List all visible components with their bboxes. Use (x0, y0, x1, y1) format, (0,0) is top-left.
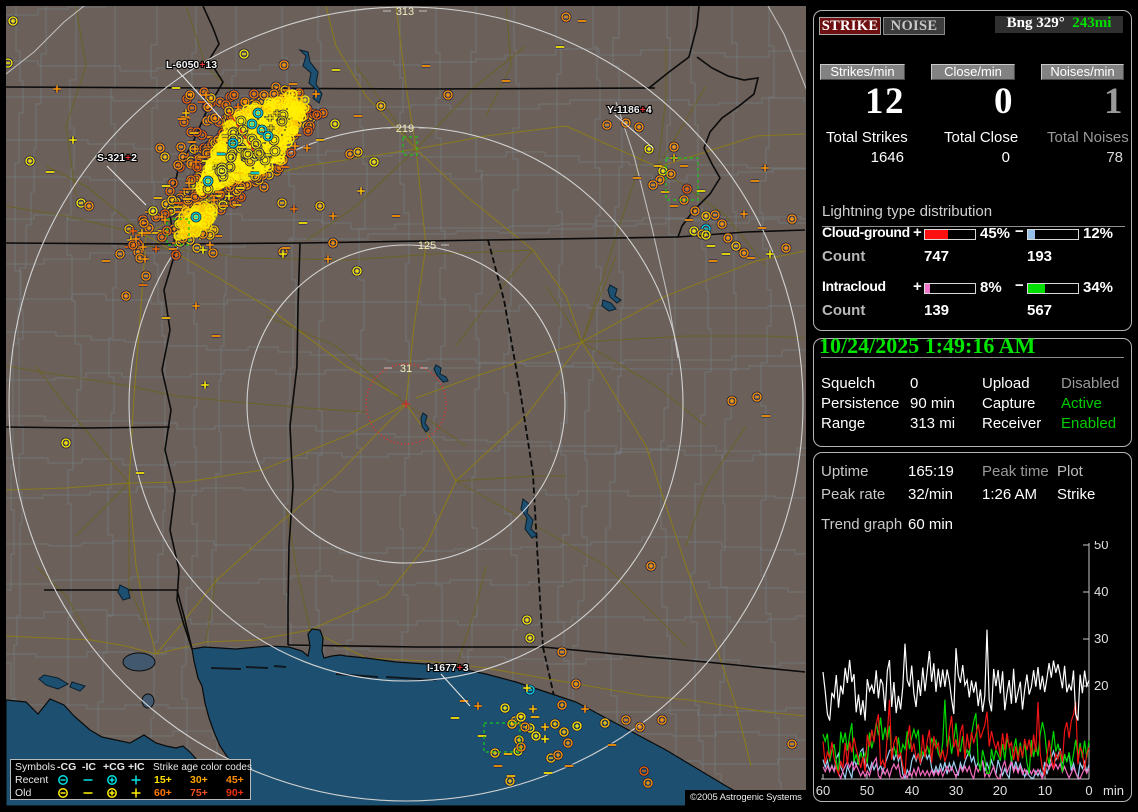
svg-text:313: 313 (396, 6, 414, 18)
svg-text:30: 30 (1094, 631, 1108, 646)
svg-text:Y-1186+4: Y-1186+4 (607, 104, 652, 116)
svg-text:L-6050+13: L-6050+13 (166, 59, 217, 71)
svg-text:60: 60 (816, 783, 830, 798)
svg-text:50: 50 (860, 783, 874, 798)
svg-text:20: 20 (993, 783, 1007, 798)
svg-text:20: 20 (1094, 678, 1108, 693)
svg-text:30: 30 (949, 783, 963, 798)
svg-text:125: 125 (418, 240, 436, 252)
svg-text:40: 40 (1094, 584, 1108, 599)
svg-text:0: 0 (1085, 783, 1092, 798)
svg-text:S-321+2: S-321+2 (97, 152, 137, 164)
svg-text:I-1677+3: I-1677+3 (427, 662, 469, 674)
svg-text:50: 50 (1094, 541, 1108, 552)
svg-text:10: 10 (1038, 783, 1052, 798)
svg-text:min: min (1103, 783, 1124, 798)
svg-text:31: 31 (400, 363, 412, 375)
svg-text:219: 219 (396, 123, 414, 135)
svg-text:40: 40 (905, 783, 919, 798)
